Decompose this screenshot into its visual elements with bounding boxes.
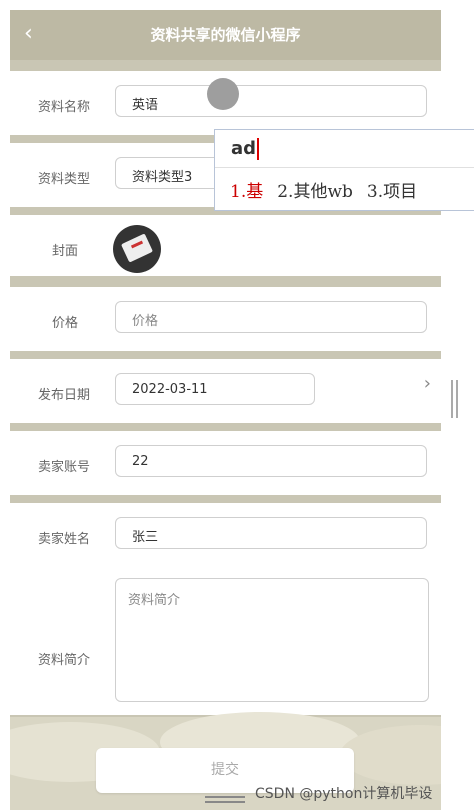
intro-textarea[interactable]: 资料简介 — [115, 578, 429, 702]
form-row-date: 发布日期 2022-03-11 › — [10, 359, 441, 423]
form-row-intro: 资料简介 资料简介 — [10, 567, 441, 715]
ime-candidate[interactable]: 3.项目 — [367, 182, 417, 202]
title-bar: ‹ 资料共享的微信小程序 — [10, 10, 441, 60]
seller-account-label: 卖家账号 — [38, 460, 91, 475]
type-label: 资料类型 — [38, 172, 91, 187]
ime-candidate[interactable]: 1.基 — [230, 182, 263, 202]
ime-candidate[interactable]: 2.其他wb — [277, 182, 353, 202]
touch-indicator — [207, 78, 239, 110]
price-input[interactable]: 价格 — [115, 301, 427, 333]
form-row-cover: 封面 — [10, 215, 441, 276]
intro-label: 资料简介 — [38, 653, 91, 668]
ime-candidates: 1.基 2.其他wb 3.项目 — [230, 177, 431, 202]
seller-account-input[interactable]: 22 — [115, 445, 427, 477]
seller-name-input[interactable]: 张三 — [115, 517, 427, 549]
form-row-price: 价格 价格 — [10, 287, 441, 351]
watermark: CSDN @python计算机毕设 — [255, 786, 433, 802]
ime-candidate-window: ad 1.基 2.其他wb 3.项目 — [214, 129, 474, 211]
chevron-right-icon[interactable]: › — [424, 373, 431, 394]
name-input[interactable]: 英语 — [115, 85, 427, 117]
date-picker[interactable]: 2022-03-11 — [115, 373, 315, 405]
ime-divider — [215, 167, 474, 168]
name-label: 资料名称 — [38, 100, 91, 115]
form-row-seller-account: 卖家账号 22 — [10, 431, 441, 495]
page-title: 资料共享的微信小程序 — [150, 26, 301, 44]
date-label: 发布日期 — [38, 388, 91, 403]
bottom-handle[interactable] — [205, 796, 245, 806]
cover-image[interactable] — [113, 225, 161, 273]
form-row-seller-name: 卖家姓名 张三 — [10, 503, 441, 567]
cover-label: 封面 — [52, 244, 79, 259]
book-icon — [120, 233, 154, 263]
seller-name-label: 卖家姓名 — [38, 532, 91, 547]
text-cursor — [257, 138, 259, 160]
price-label: 价格 — [52, 316, 79, 331]
resize-grip[interactable] — [451, 380, 459, 420]
ime-composition: ad — [231, 138, 257, 159]
